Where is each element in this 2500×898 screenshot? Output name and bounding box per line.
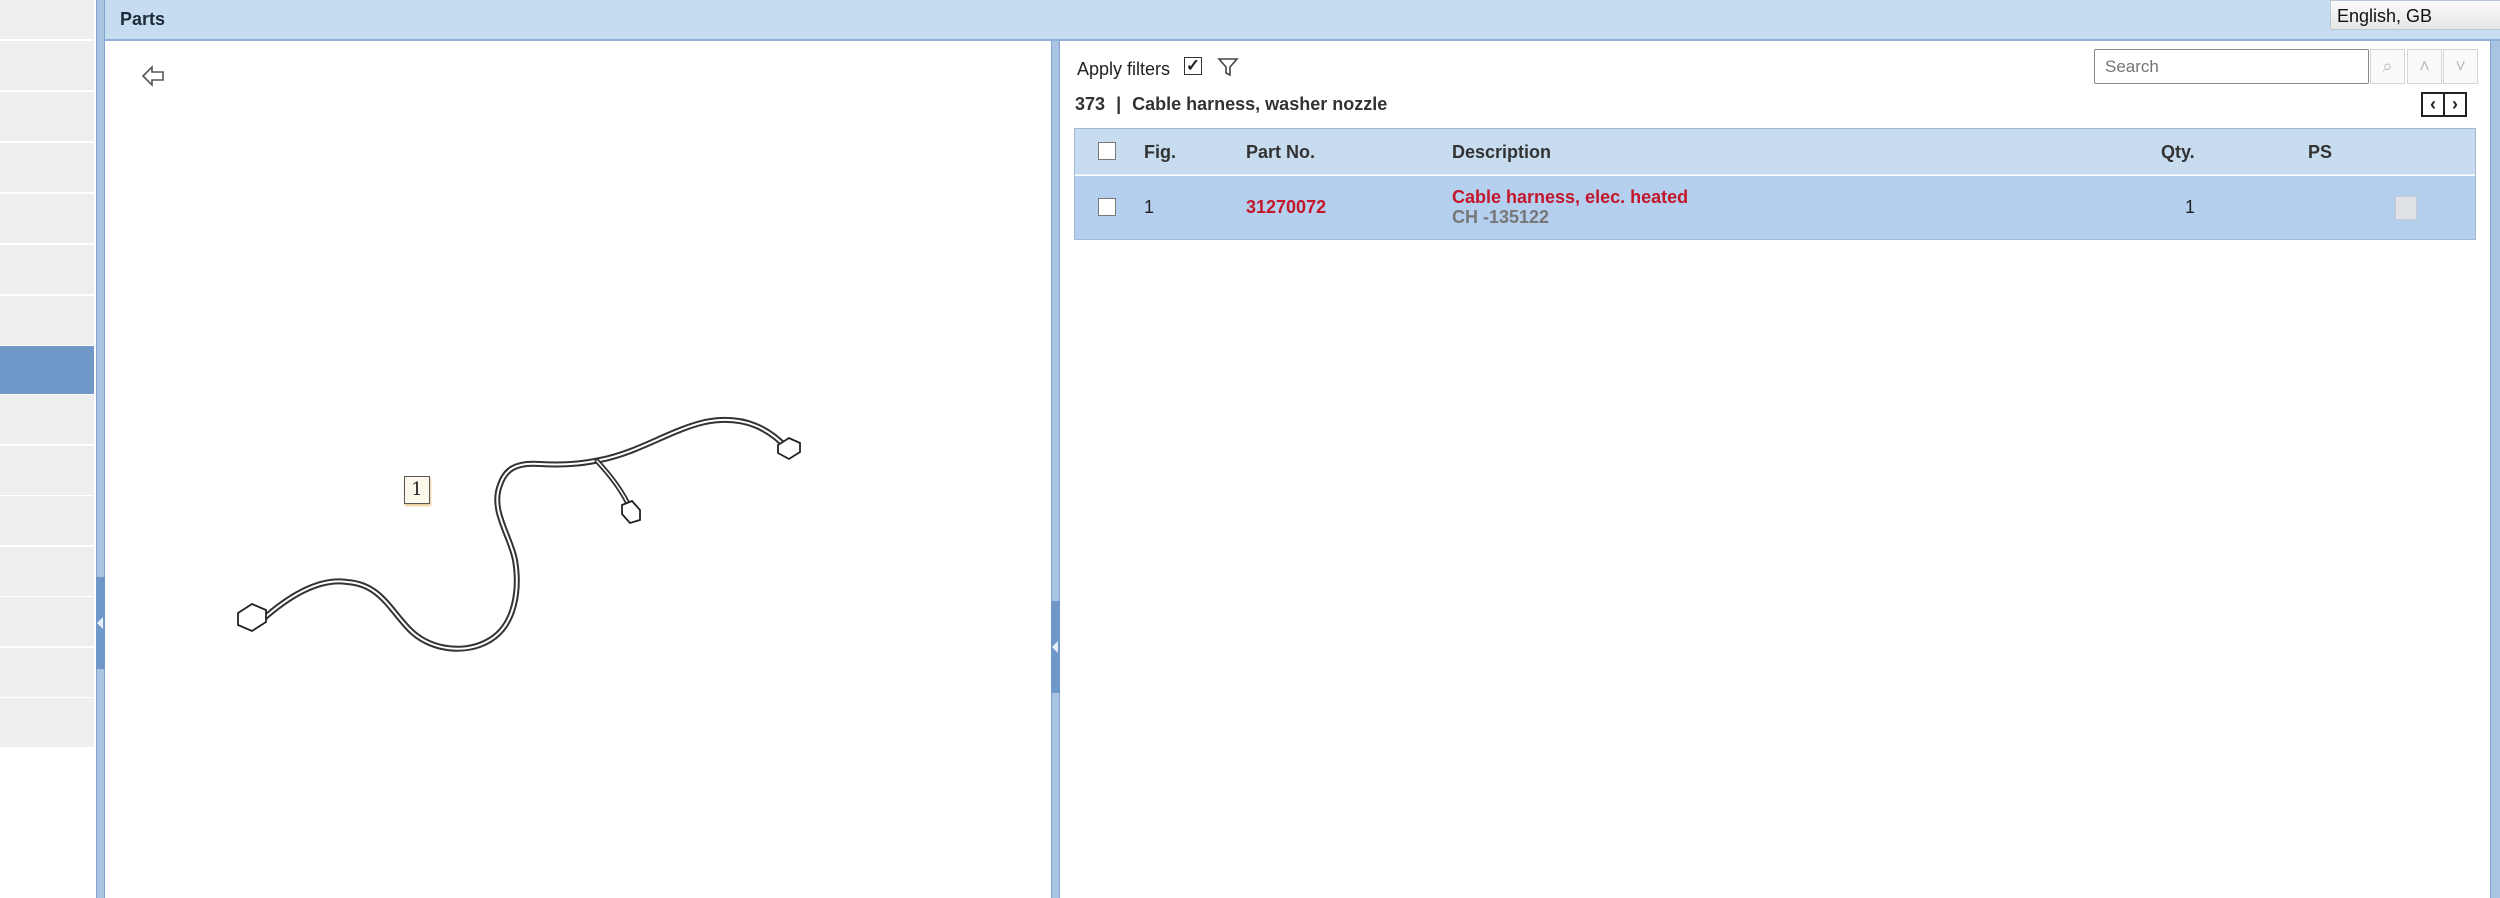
column-description[interactable]: Description (1452, 142, 1551, 163)
right-border (2490, 41, 2500, 898)
parts-header: Parts English, GB ⌄ (105, 0, 2500, 41)
collapse-sidebar-handle[interactable] (96, 577, 105, 669)
sidebar-item[interactable] (0, 194, 94, 243)
column-qty[interactable]: Qty. (2161, 142, 2195, 163)
sidebar-item-selected[interactable] (0, 346, 94, 394)
row-part-no[interactable]: 31270072 (1246, 197, 1326, 218)
language-value: English, GB (2337, 6, 2433, 26)
section-separator: | (1116, 94, 1122, 114)
row-description: Cable harness, elec. heated (1452, 187, 1689, 207)
chevron-up-icon: ˄ (2419, 56, 2430, 76)
sidebar-item[interactable] (0, 0, 94, 39)
diagram-panel: 1 (105, 41, 1051, 898)
sidebar-item[interactable] (0, 92, 94, 141)
row-checkbox[interactable] (1098, 198, 1116, 216)
page-title: Parts (120, 9, 166, 29)
column-fig[interactable]: Fig. (1144, 142, 1176, 163)
sidebar-item[interactable] (0, 245, 94, 294)
sidebar-item[interactable] (0, 597, 94, 646)
row-qty: 1 (2185, 197, 2196, 217)
callout-label[interactable]: 1 (404, 476, 430, 504)
row-description-sub: CH -135122 (1452, 207, 1550, 227)
search-prev-button[interactable]: ˄ (2407, 49, 2442, 84)
sidebar-item[interactable] (0, 41, 94, 90)
section-title: Cable harness, washer nozzle (1132, 94, 1388, 114)
sidebar-item[interactable] (0, 698, 94, 747)
select-all-checkbox[interactable] (1098, 142, 1116, 160)
next-section-button[interactable]: › (2443, 92, 2467, 117)
sidebar-item[interactable] (0, 296, 94, 345)
apply-filters-label: Apply filters (1077, 59, 1171, 79)
collapse-diagram-handle[interactable] (1051, 601, 1060, 693)
previous-section-button[interactable]: ‹ (2421, 92, 2445, 117)
table-header: Fig. Part No. Description Qty. PS (1075, 129, 2475, 175)
column-ps[interactable]: PS (2308, 142, 2332, 163)
sidebar-item[interactable] (0, 395, 94, 444)
search-input[interactable] (2094, 49, 2369, 84)
sidebar-item[interactable] (0, 648, 94, 697)
apply-filters-checkbox[interactable]: ✓ (1184, 57, 1202, 75)
search-button[interactable]: ⌕ (2370, 49, 2405, 84)
parts-table: Fig. Part No. Description Qty. PS 1 3127… (1074, 128, 2476, 240)
chevron-down-icon: ˅ (2455, 56, 2466, 76)
section-number: 373 (1075, 94, 1106, 114)
sidebar-splitter[interactable] (96, 0, 105, 898)
table-row[interactable]: 1 31270072 Cable harness, elec. heated C… (1075, 176, 2475, 239)
section-heading: 373 | Cable harness, washer nozzle (1075, 94, 1387, 115)
row-fig: 1 (1144, 197, 1155, 217)
panel-splitter[interactable] (1051, 41, 1060, 898)
sidebar-item[interactable] (0, 143, 94, 192)
cable-harness-illustration (237, 416, 801, 652)
sidebar-item[interactable] (0, 547, 94, 596)
filter-icon[interactable] (1217, 56, 1239, 78)
search-next-button[interactable]: ˅ (2443, 49, 2478, 84)
search-icon: ⌕ (2382, 56, 2393, 76)
sidebar-item[interactable] (0, 446, 94, 495)
column-part-no[interactable]: Part No. (1246, 142, 1315, 163)
chevron-right-icon: › (2452, 94, 2458, 114)
chevron-left-icon: ‹ (2430, 94, 2436, 114)
sidebar-item[interactable] (0, 496, 94, 545)
language-select[interactable]: English, GB ⌄ (2330, 0, 2500, 30)
sidebar (0, 0, 96, 898)
note-icon[interactable] (2395, 196, 2417, 220)
